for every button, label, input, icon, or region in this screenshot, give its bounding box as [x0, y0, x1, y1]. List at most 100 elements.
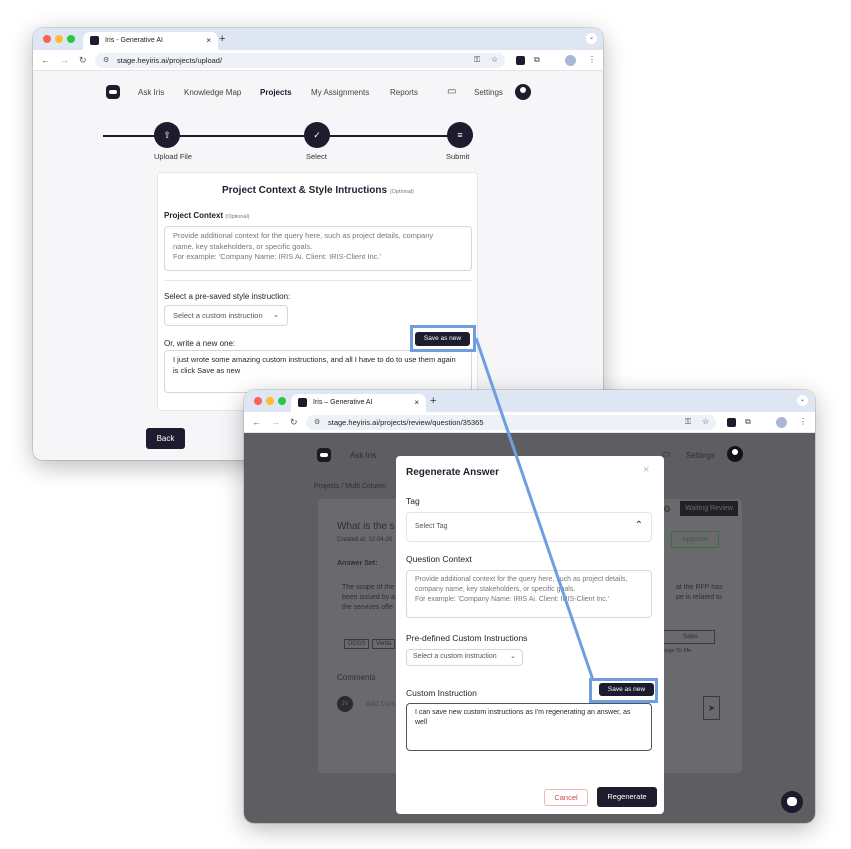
cancel-button[interactable]: Cancel [544, 789, 588, 806]
project-context-label: Project Context (Optional) [164, 211, 250, 220]
browser-toolbar: ← → ↻ ⚙ stage.heyiris.ai/projects/upload… [33, 50, 603, 71]
placeholder-line: For example: 'Company Name: IRIS Ai. Cli… [415, 596, 610, 603]
modal-close-icon[interactable]: × [643, 464, 649, 476]
site-settings-icon[interactable]: ⚙ [314, 418, 320, 426]
address-bar[interactable]: ⚙ stage.heyiris.ai/projects/upload/ [95, 53, 505, 68]
browser-tab[interactable]: Iris – Generative AI × [291, 394, 426, 412]
placeholder-line: Provide additional context for the query… [415, 576, 628, 583]
chat-widget-icon[interactable] [781, 791, 803, 813]
step-label-upload: Upload File [154, 152, 192, 161]
predefined-instruction-select[interactable]: Select a custom instruction ⌄ [406, 649, 523, 666]
iris-favicon-icon [298, 398, 307, 407]
chevron-down-icon: ⌄ [510, 653, 516, 660]
tag-chip[interactable]: DCGS [344, 639, 370, 649]
browser-menu-icon[interactable]: ⋮ [588, 55, 596, 64]
browser-tab[interactable]: Iris - Generative AI × [83, 32, 218, 50]
custom-instruction-textarea[interactable]: I just wrote some amazing custom instruc… [164, 350, 472, 393]
browser-window-review: Iris – Generative AI × + ⌄ ← → ↻ ⚙ stage… [244, 390, 815, 823]
project-context-textarea[interactable]: Provide additional context for the query… [164, 226, 472, 271]
back-button[interactable]: Back [146, 428, 185, 449]
profile-avatar[interactable] [776, 417, 787, 428]
reload-icon[interactable]: ↻ [79, 55, 87, 66]
iris-logo-icon[interactable] [106, 85, 120, 99]
site-settings-icon[interactable]: ⚙ [103, 56, 109, 64]
nav-ask-iris[interactable]: Ask Iris [138, 88, 164, 97]
new-tab-icon[interactable]: + [219, 33, 225, 45]
nav-projects[interactable]: Projects [260, 88, 292, 97]
custom-instruction-textarea[interactable]: I can save new custom instructions as I'… [406, 703, 652, 751]
reload-icon[interactable]: ↻ [290, 417, 298, 428]
address-bar[interactable]: ⚙ stage.heyiris.ai/projects/review/quest… [306, 415, 716, 430]
close-window-button[interactable] [43, 35, 51, 43]
new-tab-icon[interactable]: + [430, 395, 436, 407]
placeholder-line: For example: 'Company Name: IRIS Ai. Cli… [173, 252, 381, 261]
nav-my-assignments[interactable]: My Assignments [311, 88, 369, 97]
tab-strip: Iris - Generative AI × + ⌄ [33, 28, 603, 50]
tab-search-icon[interactable]: ⌄ [586, 33, 597, 44]
bookmark-star-icon[interactable]: ☆ [702, 417, 709, 426]
preset-instruction-select[interactable]: Select a custom instruction ⌄ [164, 305, 288, 326]
nav-settings[interactable]: Settings [474, 88, 503, 97]
tag-select[interactable]: Select Tag ⌃ [406, 512, 652, 542]
nav-ask-iris[interactable]: Ask Iris [350, 451, 376, 460]
bookmark-star-icon[interactable]: ☆ [491, 55, 498, 64]
question-context-label: Question Context [406, 554, 472, 564]
iris-extension-icon[interactable] [516, 56, 525, 65]
nav-settings[interactable]: Settings [686, 451, 715, 460]
tag-label: Tag [406, 496, 420, 506]
chat-history-icon[interactable]: ▭ [447, 86, 456, 97]
extensions-puzzle-icon[interactable]: ⧉ [534, 55, 540, 65]
assign-to-me-link[interactable]: ssign To Me [662, 648, 691, 654]
tag-select-value: Select Tag [415, 523, 448, 530]
tab-search-icon[interactable]: ⌄ [797, 395, 808, 406]
forward-arrow-icon[interactable]: → [271, 417, 280, 427]
question-title: What is the s [337, 521, 395, 532]
upload-step-icon: ⇧ [154, 122, 180, 148]
nav-knowledge-map[interactable]: Knowledge Map [184, 88, 241, 97]
regenerate-button[interactable]: Regenerate [597, 787, 657, 807]
tab-strip: Iris – Generative AI × + ⌄ [244, 390, 815, 412]
custom-instruction-label: Custom Instruction [406, 688, 477, 698]
minimize-window-button[interactable] [266, 397, 274, 405]
card-title: Project Context & Style Intructions (Opt… [222, 185, 414, 196]
modal-title: Regenerate Answer [406, 467, 499, 478]
minimize-window-button[interactable] [55, 35, 63, 43]
sales-assignee[interactable]: Sales [662, 630, 716, 644]
profile-avatar[interactable] [565, 55, 576, 66]
answer-line: pe is related to [676, 594, 722, 601]
extensions-puzzle-icon[interactable]: ⧉ [745, 417, 751, 427]
iris-logo-icon[interactable] [317, 448, 331, 462]
card-title-optional: (Optional) [389, 189, 414, 195]
settings-gear-icon[interactable]: ⚙ [663, 504, 671, 515]
regenerate-answer-modal: Regenerate Answer × Tag Select Tag ⌃ Que… [396, 456, 664, 814]
password-key-icon[interactable]: ⚿ [474, 55, 480, 65]
back-arrow-icon[interactable]: ← [252, 417, 261, 427]
close-window-button[interactable] [254, 397, 262, 405]
back-arrow-icon[interactable]: ← [41, 55, 50, 65]
forward-arrow-icon[interactable]: → [60, 55, 69, 65]
user-avatar-icon[interactable] [515, 84, 531, 100]
answer-line: been issued by a [342, 594, 395, 601]
iris-extension-icon[interactable] [727, 418, 736, 427]
send-icon[interactable]: ➤ [703, 696, 720, 720]
question-context-textarea[interactable]: Provide additional context for the query… [406, 570, 652, 618]
password-key-icon[interactable]: ⚿ [685, 417, 691, 427]
tab-close-icon[interactable]: × [206, 36, 211, 45]
user-avatar-icon[interactable] [727, 446, 743, 462]
comments-label: Comments [337, 673, 376, 682]
nav-reports[interactable]: Reports [390, 88, 418, 97]
placeholder-line: company name, key stakeholders, or speci… [415, 586, 576, 593]
breadcrumb[interactable]: Projects / Multi Column [314, 483, 386, 490]
answer-set-label: Answer Set: [337, 560, 378, 567]
placeholder-line: name, key stakeholders, or specific goal… [173, 241, 313, 251]
status-badge: Waiting Review [680, 501, 738, 516]
zoom-window-button[interactable] [278, 397, 286, 405]
comment-input[interactable]: Add Com [366, 701, 395, 708]
card-title-text: Project Context & Style Intructions [222, 185, 388, 196]
zoom-window-button[interactable] [67, 35, 75, 43]
browser-menu-icon[interactable]: ⋮ [799, 417, 807, 426]
tab-close-icon[interactable]: × [414, 398, 419, 407]
tag-chip[interactable]: Venta [372, 639, 396, 649]
answer-text-left: The scope of the been issued by a the se… [342, 583, 395, 613]
approve-button[interactable]: Approve [671, 531, 720, 548]
